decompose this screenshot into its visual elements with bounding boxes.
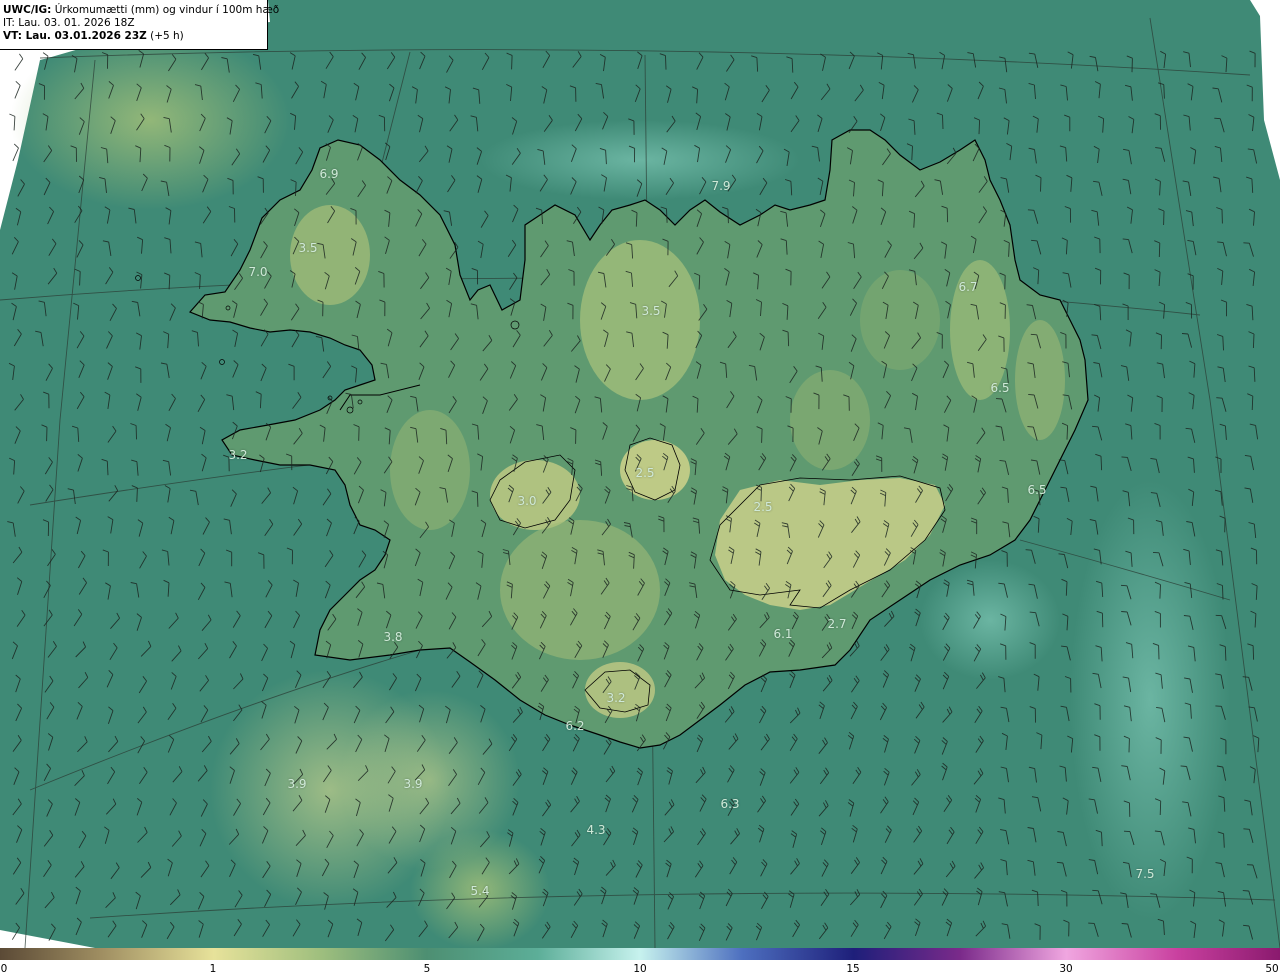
colorbar-ticks: 0 1 5 10 15 30 50 — [0, 960, 1280, 978]
title-row: UWC/IG: Úrkomumætti (mm) og vindur í 100… — [3, 4, 279, 17]
map-value-label: 6.5 — [990, 381, 1010, 395]
map-value-label: 5.4 — [470, 884, 490, 898]
map-value-label: 3.9 — [403, 777, 423, 791]
map-value-label: 2.5 — [753, 500, 773, 514]
map-value-label: 3.8 — [383, 630, 403, 644]
map-title: Úrkomumætti (mm) og vindur í 100m hæð — [51, 4, 280, 16]
map-value-label: 7.9 — [711, 179, 731, 193]
map-value-label: 3.9 — [287, 777, 307, 791]
map-value-label: 7.0 — [248, 265, 268, 279]
model-tag: UWC/IG: — [3, 4, 52, 16]
initial-time: IT: Lau. 03. 01. 2026 18Z — [3, 17, 135, 29]
colorbar-tick: 15 — [846, 963, 860, 975]
map-value-label: 6.2 — [565, 719, 585, 733]
colorbar-tick: 0 — [0, 963, 8, 975]
valid-time-row: VT: Lau. 03.01.2026 23Z (+5 h) — [3, 30, 267, 43]
valid-time: VT: Lau. 03.01.2026 23Z — [3, 30, 147, 42]
map-value-label: 6.7 — [958, 280, 978, 294]
colorbar-tick: 50 — [1265, 963, 1279, 975]
colorbar-tick: 1 — [209, 963, 217, 975]
map-value-label: 2.7 — [827, 617, 847, 631]
map-value-label: 6.5 — [1027, 483, 1047, 497]
map-header: UWC/IG: Úrkomumætti (mm) og vindur í 100… — [0, 0, 279, 50]
map-value-label: 2.5 — [635, 466, 655, 480]
map-value-label: 4.3 — [586, 823, 606, 837]
map-value-label: 3.2 — [606, 691, 626, 705]
map-value-label: 3.5 — [641, 304, 661, 318]
lead-time: (+5 h) — [146, 30, 184, 42]
map-value-label: 7.5 — [1135, 867, 1155, 881]
map-value-label: 6.1 — [773, 627, 793, 641]
map-value-label: 3.2 — [228, 448, 248, 462]
colorbar-tick: 30 — [1059, 963, 1073, 975]
map-value-label: 3.0 — [517, 494, 537, 508]
map-value-label: 3.5 — [298, 241, 318, 255]
colorbar-tick: 10 — [633, 963, 647, 975]
map-value-label: 6.3 — [720, 797, 740, 811]
map-value-label: 6.9 — [319, 167, 339, 181]
colorbar-tick: 5 — [423, 963, 431, 975]
precipitation-colorbar — [0, 948, 1280, 960]
